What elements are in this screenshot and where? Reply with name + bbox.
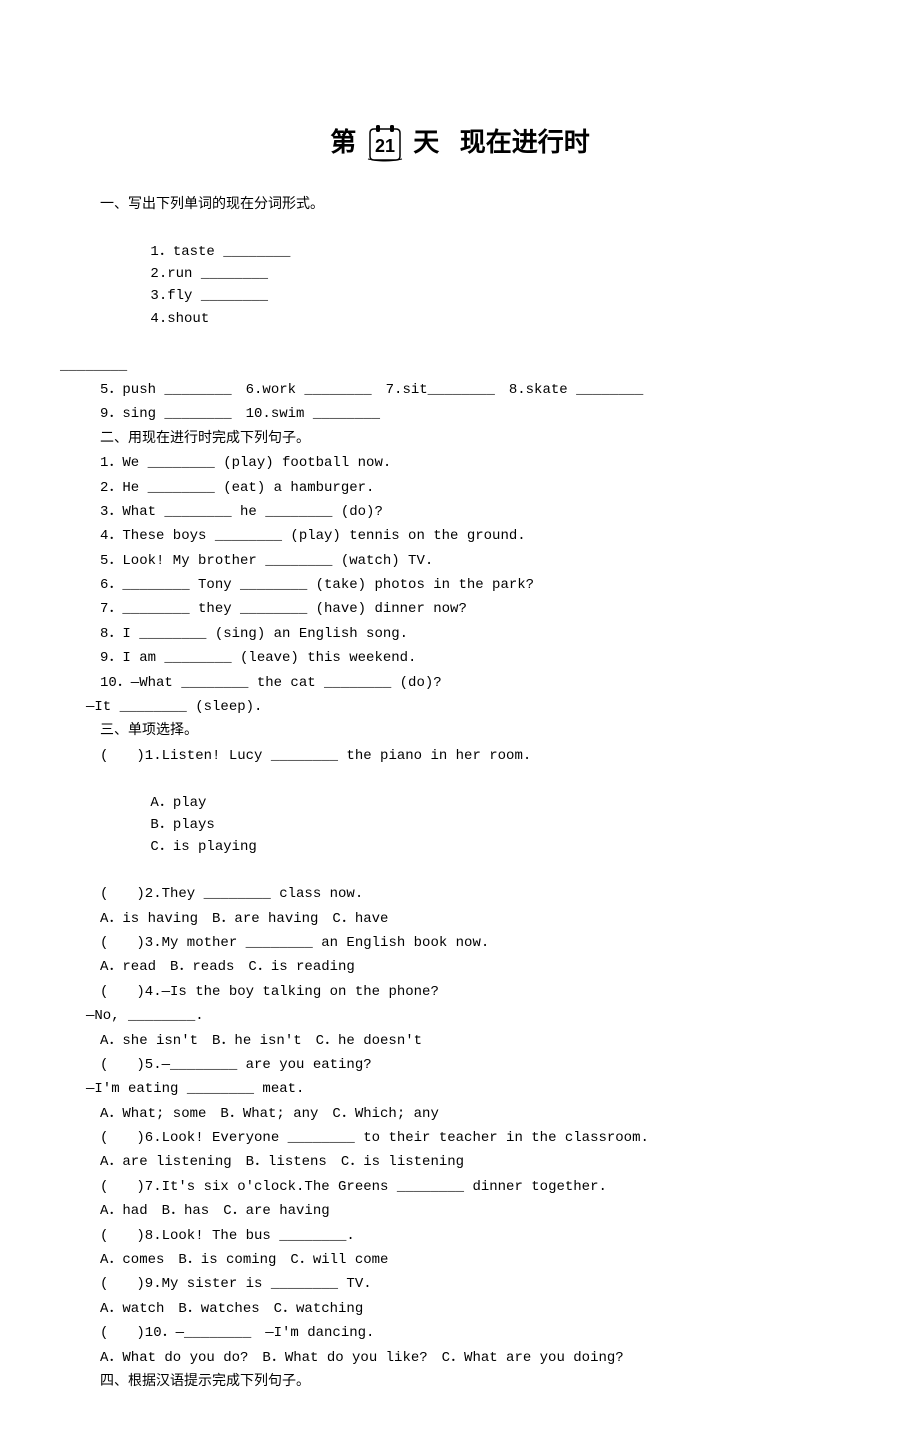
s3-q1-c: C．is playing	[150, 836, 256, 858]
section-1-row-3: 9．sing ________ 10.swim ________	[100, 403, 860, 425]
section-2-heading: 二、用现在进行时完成下列句子。	[100, 428, 860, 450]
s3-q2-opts: A．is having B．are having C．have	[100, 908, 860, 930]
calendar-icon: 21	[365, 123, 405, 163]
section-1-row-2: 5．push ________ 6.work ________ 7.sit___…	[100, 379, 860, 401]
s3-q7-stem: ( )7.It's six o'clock.The Greens _______…	[100, 1176, 860, 1198]
s2-tail: —It ________ (sleep).	[86, 696, 860, 718]
page-title: 第 21 天 现在进行时	[60, 120, 860, 164]
s3-q5-opts: A．What; some B．What; any C．Which; any	[100, 1103, 860, 1125]
section-1-heading: 一、写出下列单词的现在分词形式。	[100, 194, 860, 216]
s3-q1-b: B．plays	[150, 814, 360, 836]
s2-item: 2．He ________ (eat) a hamburger.	[100, 477, 860, 499]
title-prefix: 第	[330, 128, 356, 157]
s3-q10-stem: ( )10．—________ —I'm dancing.	[100, 1322, 860, 1344]
s2-item: 6．________ Tony ________ (take) photos i…	[100, 574, 860, 596]
s1-item-4: 4.shout	[150, 308, 209, 330]
s2-item: 9．I am ________ (leave) this weekend.	[100, 647, 860, 669]
s3-q8-opts: A．comes B．is coming C．will come	[100, 1249, 860, 1271]
s3-q5-stem: ( )5.—________ are you eating?	[100, 1054, 860, 1076]
s2-item: 8．I ________ (sing) an English song.	[100, 623, 860, 645]
s1-item-1: 1．taste ________	[150, 241, 360, 263]
s2-item: 10．—What ________ the cat ________ (do)?	[100, 672, 860, 694]
s3-q7-opts: A．had B．has C．are having	[100, 1200, 860, 1222]
s3-q5-tail: —I'm eating ________ meat.	[86, 1078, 860, 1100]
s2-item: 1．We ________ (play) football now.	[100, 452, 860, 474]
day-number: 21	[375, 136, 395, 156]
s3-q8-stem: ( )8.Look! The bus ________.	[100, 1225, 860, 1247]
s3-q6-stem: ( )6.Look! Everyone ________ to their te…	[100, 1127, 860, 1149]
section-4-heading: 四、根据汉语提示完成下列句子。	[100, 1371, 860, 1393]
title-suffix: 天	[413, 128, 439, 157]
s3-q4-stem: ( )4.—Is the boy talking on the phone?	[100, 981, 860, 1003]
s3-q1-opts: A．play B．plays C．is playing	[100, 769, 860, 881]
s3-q4-opts: A．she isn't B．he isn't C．he doesn't	[100, 1030, 860, 1052]
s2-item: 4．These boys ________ (play) tennis on t…	[100, 525, 860, 547]
title-subtitle: 现在进行时	[460, 128, 590, 157]
s3-q9-opts: A．watch B．watches C．watching	[100, 1298, 860, 1320]
s1-item-2: 2.run ________	[150, 263, 320, 285]
s3-q6-opts: A．are listening B．listens C．is listening	[100, 1151, 860, 1173]
s3-q10-opts: A．What do you do? B．What do you like? C．…	[100, 1347, 860, 1369]
s2-item: 7．________ they ________ (have) dinner n…	[100, 598, 860, 620]
section-1-row-1b: ________	[60, 355, 860, 377]
s3-q1-stem: ( )1.Listen! Lucy ________ the piano in …	[100, 745, 860, 767]
s1-item-3: 3.fly ________	[150, 285, 325, 307]
s3-q1-a: A．play	[150, 792, 360, 814]
s2-item: 3．What ________ he ________ (do)?	[100, 501, 860, 523]
s3-q3-stem: ( )3.My mother ________ an English book …	[100, 932, 860, 954]
s3-q4-tail: —No, ________.	[86, 1005, 860, 1027]
s3-q2-stem: ( )2.They ________ class now.	[100, 883, 860, 905]
s3-q9-stem: ( )9.My sister is ________ TV.	[100, 1273, 860, 1295]
s2-item: 5．Look! My brother ________ (watch) TV.	[100, 550, 860, 572]
worksheet-content: 一、写出下列单词的现在分词形式。 1．taste ________ 2.run …	[60, 194, 860, 1394]
s3-q3-opts: A．read B．reads C．is reading	[100, 956, 860, 978]
section-1-row-1: 1．taste ________ 2.run ________ 3.fly __…	[100, 218, 860, 352]
section-3-heading: 三、单项选择。	[100, 720, 860, 742]
